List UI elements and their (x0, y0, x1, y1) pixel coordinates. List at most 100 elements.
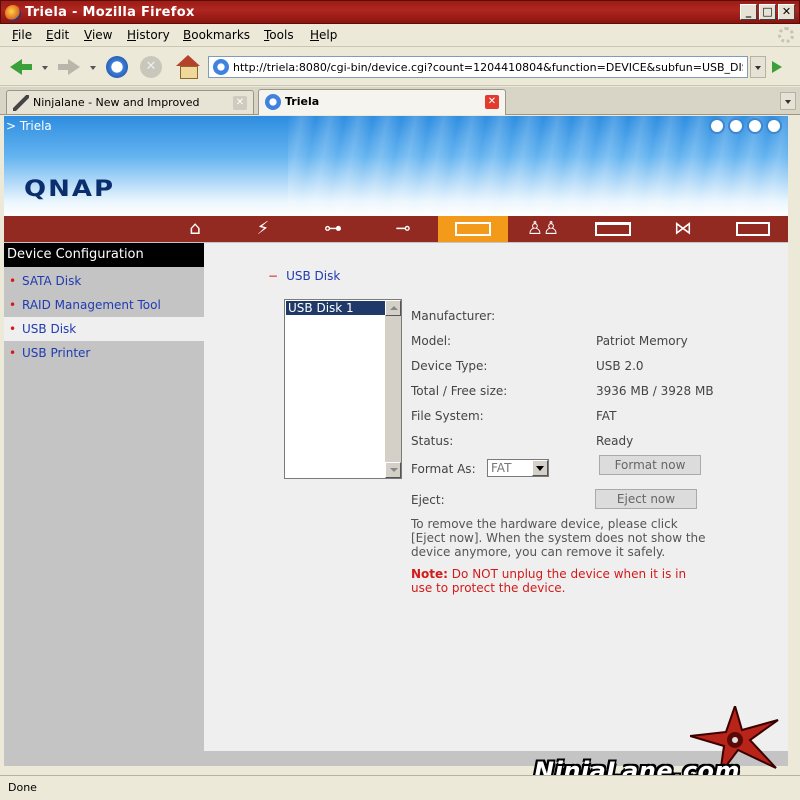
menu-bar: File Edit View History Bookmarks Tools H… (0, 24, 800, 47)
sidebar: SATA Disk RAID Management Tool USB Disk … (4, 267, 204, 766)
page-scrollbar[interactable] (788, 116, 800, 775)
up-arrow-icon[interactable] (709, 118, 725, 134)
window-controls: _ □ ✕ (740, 4, 795, 20)
section-title: − USB Disk (268, 269, 340, 283)
eject-label: Eject: (411, 493, 445, 507)
ninja-star-icon (13, 95, 29, 111)
format-now-button[interactable]: Format now (599, 455, 701, 475)
header-banner: > Triela QNAP (4, 116, 788, 216)
window-titlebar: Triela - Mozilla Firefox _ □ ✕ (0, 0, 800, 24)
bandwidth-icon: ⋈ (674, 218, 692, 239)
menu-view[interactable]: View (84, 28, 112, 42)
warning-note: Note: Do NOT unplug the device when it i… (411, 567, 711, 595)
eject-instructions: To remove the hardware device, please cl… (411, 517, 706, 559)
users-icon: ♙♙ (526, 218, 560, 239)
nav-folder[interactable] (580, 216, 646, 242)
size-label: Total / Free size: (411, 384, 508, 398)
menu-tools[interactable]: Tools (264, 28, 294, 42)
section-title-text: USB Disk (286, 269, 341, 283)
nav-home[interactable]: ⌂ (162, 216, 228, 242)
maximize-button[interactable]: □ (759, 4, 776, 20)
format-selected-value: FAT (491, 461, 512, 475)
tab-label: Ninjalane - New and Improved (33, 96, 200, 109)
url-history-dropdown[interactable] (750, 56, 766, 78)
close-window-button[interactable]: ✕ (778, 4, 795, 20)
minimize-button[interactable]: _ (740, 4, 757, 20)
sidebar-item-raid-management-tool[interactable]: RAID Management Tool (4, 293, 204, 317)
tab-label: Triela (285, 95, 320, 108)
close-tab-icon[interactable]: ✕ (485, 95, 499, 109)
tab-ninjalane[interactable]: Ninjalane - New and Improved ✕ (6, 90, 254, 114)
menu-file[interactable]: File (12, 28, 32, 42)
home-icon: ⌂ (189, 218, 201, 239)
menu-bookmarks[interactable]: Bookmarks (183, 28, 250, 42)
folder-icon (595, 222, 631, 236)
nav-users[interactable]: ♙♙ (510, 216, 576, 242)
banner-icons (709, 118, 782, 134)
device-type-value: USB 2.0 (596, 359, 644, 373)
nav-log[interactable] (720, 216, 786, 242)
nav-device[interactable]: ⊶ (300, 216, 366, 242)
size-value: 3936 MB / 3928 MB (596, 384, 714, 398)
breadcrumb[interactable]: > Triela (6, 119, 52, 133)
logout-icon[interactable] (766, 118, 782, 134)
list-item[interactable]: USB Disk 1 (286, 301, 386, 315)
status-text: Done (8, 781, 37, 794)
sidebar-item-sata-disk[interactable]: SATA Disk (4, 269, 204, 293)
format-as-label: Format As: (411, 462, 476, 476)
home-icon[interactable] (174, 54, 202, 80)
qnap-logo: QNAP (24, 176, 116, 202)
note-prefix: Note: (411, 567, 448, 581)
tab-triela[interactable]: Triela ✕ (258, 89, 506, 115)
file-system-value: FAT (596, 409, 617, 423)
stop-icon[interactable] (138, 54, 166, 80)
status-value: Ready (596, 434, 634, 448)
file-system-label: File System: (411, 409, 484, 423)
usb-disk-list[interactable]: USB Disk 1 (284, 299, 402, 479)
model-label: Model: (411, 334, 452, 348)
network-icon: ⚡ (256, 218, 270, 239)
chevron-down-icon[interactable] (532, 460, 548, 476)
status-label: Status: (411, 434, 454, 448)
close-tab-icon[interactable]: ✕ (233, 96, 247, 110)
nav-bandwidth[interactable]: ⋈ (650, 216, 716, 242)
list-scrollbar[interactable] (385, 300, 401, 478)
back-history-dropdown-icon[interactable] (42, 66, 48, 70)
model-value: Patriot Memory (596, 334, 688, 348)
disk-icon (455, 222, 491, 236)
sidebar-heading: Device Configuration (4, 243, 204, 267)
menu-help[interactable]: Help (310, 28, 337, 42)
nav-network[interactable]: ⚡ (230, 216, 296, 242)
sidebar-item-usb-printer[interactable]: USB Printer (4, 341, 204, 365)
forward-history-dropdown-icon[interactable] (90, 66, 96, 70)
tab-bar: Ninjalane - New and Improved ✕ Triela ✕ (0, 87, 800, 115)
main-nav-strip: ⌂ ⚡ ⊶ ⊸ ♙♙ ⋈ (4, 216, 788, 242)
help-icon[interactable] (747, 118, 763, 134)
page-content: > Triela QNAP ⌂ ⚡ ⊶ ⊸ ♙♙ ⋈ Device Config… (4, 116, 788, 766)
sidebar-item-usb-disk[interactable]: USB Disk (4, 317, 204, 341)
eject-now-button[interactable]: Eject now (595, 489, 697, 509)
loading-globe-icon (265, 94, 281, 110)
url-bar[interactable] (208, 56, 748, 78)
note-text: Do NOT unplug the device when it is in u… (411, 567, 687, 595)
collapse-icon[interactable]: − (268, 269, 278, 283)
home-icon[interactable] (728, 118, 744, 134)
nav-connector[interactable]: ⊸ (370, 216, 436, 242)
scroll-down-icon[interactable] (385, 462, 401, 478)
manufacturer-label: Manufacturer: (411, 309, 496, 323)
go-arrow-icon[interactable] (772, 61, 782, 73)
menu-edit[interactable]: Edit (46, 28, 69, 42)
reload-icon[interactable] (104, 54, 132, 80)
menu-history[interactable]: History (127, 28, 170, 42)
nav-disk[interactable] (438, 216, 508, 242)
back-arrow-icon[interactable] (8, 54, 36, 80)
list-all-tabs-dropdown[interactable] (780, 92, 796, 110)
url-input[interactable] (233, 59, 743, 75)
log-icon (736, 222, 770, 236)
format-select[interactable]: FAT (487, 459, 549, 477)
throbber-icon (778, 27, 794, 43)
window-title: Triela - Mozilla Firefox (25, 5, 195, 20)
scroll-up-icon[interactable] (385, 300, 401, 316)
device-type-label: Device Type: (411, 359, 488, 373)
forward-arrow-icon[interactable] (56, 54, 84, 80)
